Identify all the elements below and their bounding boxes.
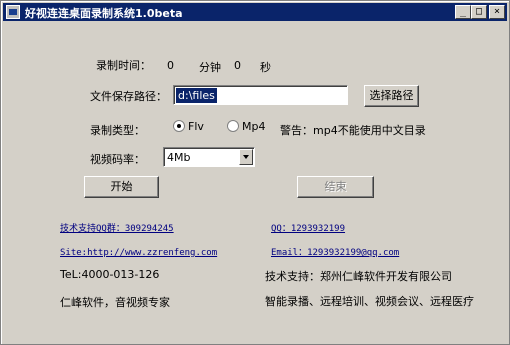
site-link[interactable]: Site:http://www.zzrenfeng.com	[60, 248, 217, 258]
slogan-text: 仁峰软件，音视频专家	[60, 296, 170, 309]
record-time-label: 录制时间：	[96, 59, 151, 72]
seconds-unit-label: 秒	[260, 61, 271, 74]
bitrate-label: 视频码率：	[90, 153, 145, 166]
mp4-radio[interactable]	[227, 120, 239, 132]
bitrate-select[interactable]: 4Mb	[163, 147, 255, 167]
stop-button[interactable]: 结束	[297, 176, 374, 198]
bitrate-selected-value: 4Mb	[167, 151, 191, 164]
save-path-field[interactable]: d:\files	[173, 85, 348, 105]
record-seconds-value: 0	[234, 59, 241, 72]
app-window: 好视连连桌面录制系统1.0beta _ □ × 录制时间： 0 分钟 0 秒 文…	[0, 0, 510, 345]
minimize-button[interactable]: _	[455, 5, 471, 19]
record-type-label: 录制类型：	[90, 124, 145, 137]
qq-group-link[interactable]: 技术支持QQ群：309294245	[60, 221, 174, 234]
browse-path-button[interactable]: 选择路径	[364, 85, 419, 107]
mp4-option-label[interactable]: Mp4	[242, 120, 265, 133]
qq-link[interactable]: QQ：1293932199	[271, 221, 345, 234]
maximize-button[interactable]: □	[471, 5, 487, 19]
close-button[interactable]: ×	[489, 5, 505, 19]
mp4-warning-text: 警告：mp4不能使用中文目录	[280, 124, 426, 137]
support-company-text: 技术支持：郑州仁峰软件开发有限公司	[265, 270, 452, 283]
chevron-down-icon[interactable]	[239, 149, 253, 165]
flv-radio[interactable]	[173, 120, 185, 132]
app-icon	[6, 5, 20, 19]
features-text: 智能录播、远程培训、视频会议、远程医疗	[265, 295, 474, 308]
save-path-value: d:\files	[176, 88, 217, 103]
flv-option-label[interactable]: Flv	[188, 120, 204, 133]
email-link[interactable]: Email：1293932199@qq.com	[271, 245, 399, 258]
record-minutes-value: 0	[167, 59, 174, 72]
title-bar[interactable]: 好视连连桌面录制系统1.0beta _ □ ×	[3, 3, 507, 21]
start-button[interactable]: 开始	[84, 176, 159, 198]
tel-text: TeL:4000-013-126	[60, 268, 160, 281]
minutes-unit-label: 分钟	[199, 61, 221, 74]
save-path-label: 文件保存路径：	[90, 90, 167, 103]
window-title: 好视连连桌面录制系统1.0beta	[25, 7, 183, 20]
